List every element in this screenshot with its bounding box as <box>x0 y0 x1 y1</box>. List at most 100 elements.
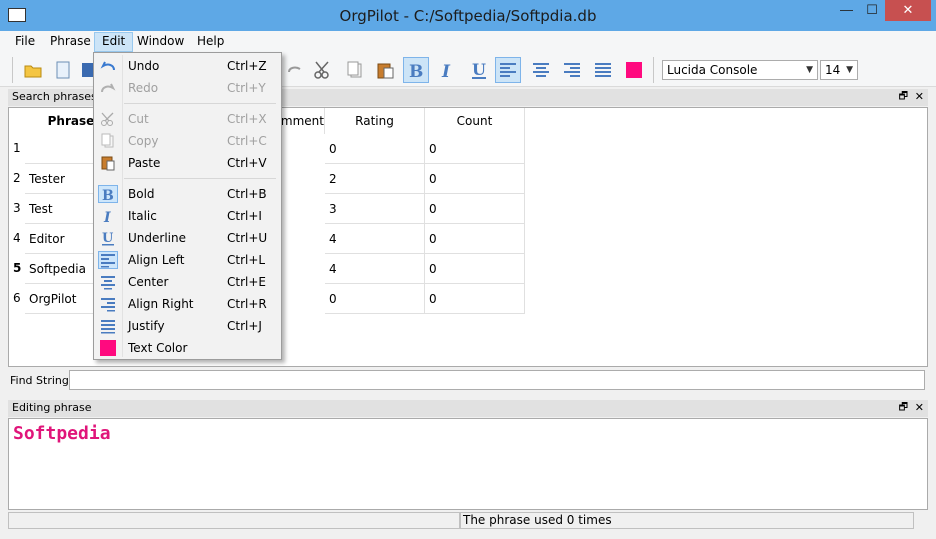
svg-text:U: U <box>102 231 114 246</box>
cell-rating[interactable]: 4 <box>325 224 425 254</box>
menu-item-paste[interactable]: Paste Ctrl+V <box>94 152 281 174</box>
justify-icon <box>98 317 118 335</box>
cell-count[interactable]: 0 <box>425 134 525 164</box>
column-header-rating[interactable]: Rating <box>325 108 425 134</box>
close-panel-icon[interactable]: ✕ <box>915 400 924 416</box>
menu-help[interactable]: Help <box>190 32 231 52</box>
menu-item-label: Underline <box>128 231 186 245</box>
menu-item-shortcut: Ctrl+R <box>227 297 267 311</box>
align-left-icon <box>98 251 118 269</box>
float-panel-icon[interactable]: 🗗 <box>899 89 908 105</box>
editor-text[interactable]: Softpedia <box>13 423 111 444</box>
menu-item-label: Copy <box>128 134 159 148</box>
svg-text:U: U <box>472 60 486 79</box>
menu-item-shortcut: Ctrl+B <box>227 187 267 201</box>
row-number: 2 <box>13 171 21 185</box>
underline-icon[interactable]: U <box>466 57 492 83</box>
menu-item-shortcut: Ctrl+C <box>227 134 267 148</box>
menu-item-label: Italic <box>128 209 157 223</box>
find-row: Find Strings <box>8 370 928 392</box>
menu-item-copy[interactable]: Copy Ctrl+C <box>94 130 281 152</box>
menu-item-text-color[interactable]: Text Color <box>94 337 281 359</box>
menu-item-shortcut: Ctrl+V <box>227 156 267 170</box>
menu-item-align-left[interactable]: Align Left Ctrl+L <box>94 249 281 271</box>
window-title: OrgPilot - C:/Softpedia/Softpdia.db <box>339 7 597 25</box>
minimize-button[interactable]: — <box>834 0 859 21</box>
menu-item-label: Align Left <box>128 253 185 267</box>
align-center-icon[interactable] <box>528 57 554 83</box>
menu-item-justify[interactable]: Justify Ctrl+J <box>94 315 281 337</box>
cell-rating[interactable]: 0 <box>325 134 425 164</box>
menu-item-label: Center <box>128 275 169 289</box>
italic-icon[interactable]: I <box>434 57 460 83</box>
font-family-value: Lucida Console <box>667 63 758 77</box>
menu-item-italic[interactable]: I Italic Ctrl+I <box>94 205 281 227</box>
row-number: 6 <box>13 291 21 305</box>
menu-item-redo[interactable]: Redo Ctrl+Y <box>94 77 281 99</box>
justify-icon[interactable] <box>590 57 616 83</box>
undo-icon <box>98 57 118 75</box>
svg-text:B: B <box>102 188 114 202</box>
menu-item-underline[interactable]: U Underline Ctrl+U <box>94 227 281 249</box>
float-panel-icon[interactable]: 🗗 <box>899 400 908 416</box>
close-panel-icon[interactable]: ✕ <box>915 89 924 105</box>
font-family-select[interactable]: Lucida Console ▼ <box>662 60 818 80</box>
menu-item-label: Redo <box>128 81 159 95</box>
maximize-button[interactable]: ☐ <box>859 0 885 21</box>
copy-icon[interactable] <box>342 57 368 83</box>
new-document-icon[interactable] <box>50 57 76 83</box>
cell-count[interactable]: 0 <box>425 224 525 254</box>
menu-window[interactable]: Window <box>130 32 191 52</box>
search-panel-title: Search phrases <box>12 90 97 103</box>
copy-icon <box>98 132 118 150</box>
column-header-count[interactable]: Count <box>425 108 525 134</box>
cell-rating[interactable]: 4 <box>325 254 425 284</box>
menu-item-align-right[interactable]: Align Right Ctrl+R <box>94 293 281 315</box>
redo-icon[interactable] <box>282 57 308 83</box>
paste-icon[interactable] <box>372 57 398 83</box>
italic-icon: I <box>98 207 118 225</box>
menu-item-shortcut: Ctrl+L <box>227 253 266 267</box>
resize-grip-icon[interactable] <box>914 512 928 529</box>
menu-phrase[interactable]: Phrase <box>43 32 98 52</box>
bold-icon[interactable]: B <box>403 57 429 83</box>
scissors-icon <box>98 110 118 128</box>
cell-count[interactable]: 0 <box>425 194 525 224</box>
cell-count[interactable]: 0 <box>425 164 525 194</box>
text-color-icon[interactable] <box>621 57 647 83</box>
cell-count[interactable]: 0 <box>425 284 525 314</box>
phrase-editor[interactable]: Softpedia <box>8 418 928 510</box>
menu-item-shortcut: Ctrl+U <box>227 231 268 245</box>
cell-count[interactable]: 0 <box>425 254 525 284</box>
cell-rating[interactable]: 2 <box>325 164 425 194</box>
menu-item-center[interactable]: Center Ctrl+E <box>94 271 281 293</box>
open-folder-icon[interactable] <box>20 57 46 83</box>
edit-menu-dropdown: Undo Ctrl+Z Redo Ctrl+Y Cut Ctrl+X Copy … <box>93 52 282 360</box>
align-center-icon <box>98 273 118 291</box>
align-right-icon[interactable] <box>559 57 585 83</box>
find-strings-input[interactable] <box>69 370 925 390</box>
menu-item-label: Align Right <box>128 297 194 311</box>
menu-item-bold[interactable]: B Bold Ctrl+B <box>94 183 281 205</box>
menu-item-label: Undo <box>128 59 160 73</box>
scissors-icon[interactable] <box>310 57 336 83</box>
svg-text:I: I <box>441 62 451 80</box>
underline-icon: U <box>98 229 118 247</box>
menu-item-shortcut: Ctrl+X <box>227 112 267 126</box>
menu-item-label: Cut <box>128 112 149 126</box>
menu-item-undo[interactable]: Undo Ctrl+Z <box>94 55 281 77</box>
font-size-select[interactable]: 14 ▼ <box>820 60 858 80</box>
cell-rating[interactable]: 3 <box>325 194 425 224</box>
menu-item-cut[interactable]: Cut Ctrl+X <box>94 108 281 130</box>
menu-file[interactable]: File <box>8 32 42 52</box>
menu-edit[interactable]: Edit <box>94 32 134 52</box>
title-bar: OrgPilot - C:/Softpedia/Softpdia.db — ☐ … <box>0 0 936 31</box>
menu-item-shortcut: Ctrl+I <box>227 209 262 223</box>
paste-icon <box>98 154 118 172</box>
close-button[interactable]: ✕ <box>885 0 931 21</box>
cell-rating[interactable]: 0 <box>325 284 425 314</box>
row-number: 5 <box>13 261 22 275</box>
align-left-icon[interactable] <box>495 57 521 83</box>
row-number: 3 <box>13 201 21 215</box>
menu-bar: File Phrase Edit Window Help <box>0 31 936 53</box>
